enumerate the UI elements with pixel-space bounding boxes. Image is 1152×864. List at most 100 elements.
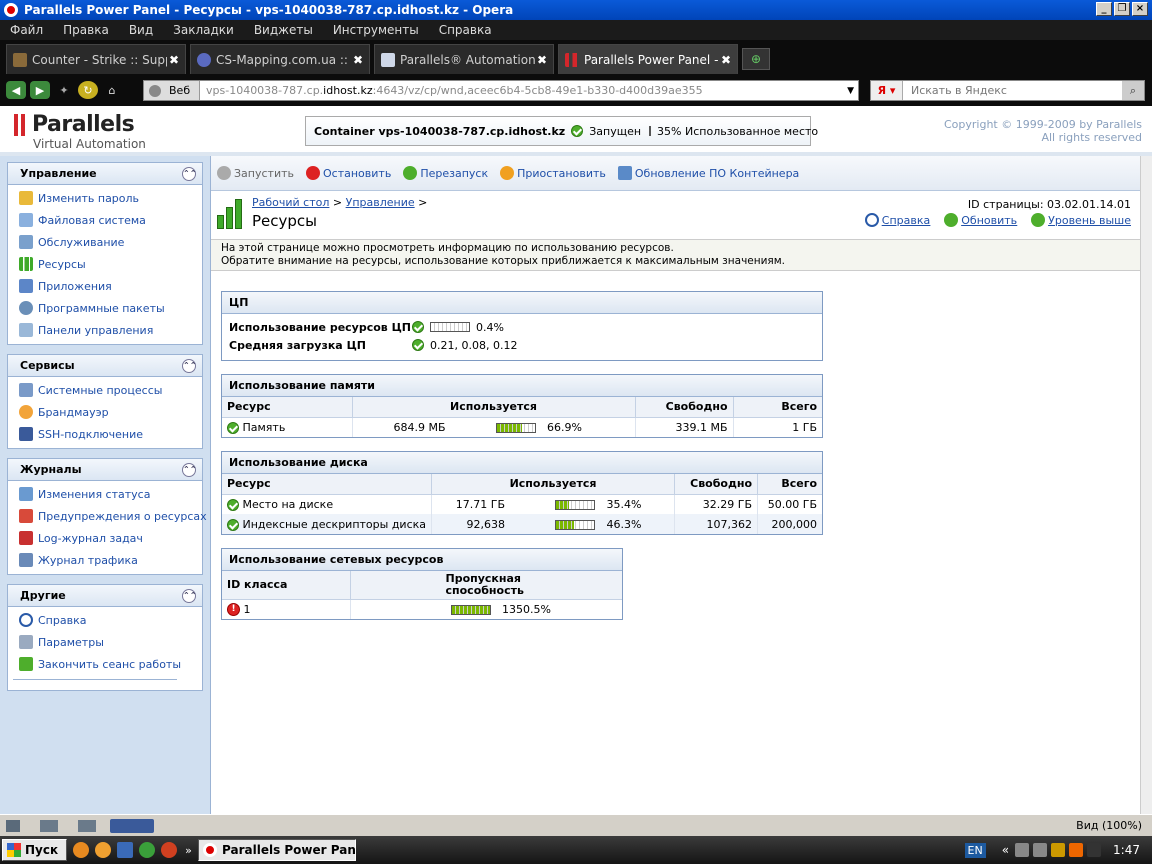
quicklaunch-icon[interactable] bbox=[95, 842, 112, 858]
sidebar-item-applications[interactable]: Приложения bbox=[8, 275, 202, 297]
tab-close-icon[interactable]: ✖ bbox=[169, 53, 179, 67]
minimize-button[interactable]: _ bbox=[1096, 2, 1112, 16]
disk-table: Ресурс Используется Свободно Всего Место… bbox=[222, 474, 822, 534]
crumb-desktop[interactable]: Рабочий стол bbox=[252, 196, 329, 209]
start-menu-button[interactable]: Пуск bbox=[2, 839, 68, 861]
address-field[interactable]: Веб vps-1040038-787.cp.idhost.kz:4643/vz… bbox=[143, 80, 859, 101]
section-title: Другие bbox=[20, 589, 66, 602]
tab-close-icon[interactable]: ✖ bbox=[537, 53, 547, 67]
menu-bookmarks[interactable]: Закладки bbox=[163, 23, 244, 37]
sidebar-item-maintenance[interactable]: Обслуживание bbox=[8, 231, 202, 253]
yandex-icon[interactable]: Я ▾ bbox=[871, 81, 903, 100]
tab-parallels-power-panel[interactable]: Parallels Power Panel - P... ✖ bbox=[558, 44, 738, 74]
quicklaunch-more-icon[interactable]: » bbox=[185, 844, 192, 857]
help-link[interactable]: Справка bbox=[864, 213, 930, 227]
sidebar-item-task-log[interactable]: Log-журнал задач bbox=[8, 527, 202, 549]
sidebar-item-software-packages[interactable]: Программные пакеты bbox=[8, 297, 202, 319]
class-id-value: 1 bbox=[243, 602, 251, 616]
sidebar-item-logout[interactable]: Закончить сеанс работы bbox=[8, 653, 202, 675]
panels-icon[interactable] bbox=[6, 819, 20, 832]
tray-icon[interactable] bbox=[1069, 843, 1084, 857]
quicklaunch-icon[interactable] bbox=[139, 842, 156, 858]
sidebar-item-resource-alerts[interactable]: Предупреждения о ресурсах bbox=[8, 505, 207, 527]
panel-title: Использование диска bbox=[222, 452, 822, 474]
status-log-icon bbox=[19, 487, 33, 501]
sidebar-item-system-processes[interactable]: Системные процессы bbox=[8, 379, 202, 401]
vertical-scrollbar[interactable] bbox=[1140, 156, 1152, 814]
turbo-icon[interactable] bbox=[110, 818, 154, 833]
task-log-icon bbox=[19, 531, 33, 545]
language-indicator[interactable]: EN bbox=[964, 842, 986, 858]
menu-file[interactable]: Файл bbox=[0, 23, 53, 37]
sidebar-item-resources[interactable]: Ресурсы bbox=[8, 253, 202, 275]
zoom-level[interactable]: Вид (100%) bbox=[1076, 819, 1142, 832]
sidebar-item-firewall[interactable]: Брандмауэр bbox=[8, 401, 202, 423]
menu-view[interactable]: Вид bbox=[119, 23, 163, 37]
start-button[interactable]: Запустить bbox=[217, 166, 294, 180]
stop-button[interactable]: Остановить bbox=[306, 166, 391, 180]
menu-tools[interactable]: Инструменты bbox=[323, 23, 429, 37]
tab-close-icon[interactable]: ✖ bbox=[721, 53, 731, 67]
close-window-button[interactable]: × bbox=[1132, 2, 1148, 16]
tray-expand-icon[interactable]: « bbox=[1002, 843, 1009, 857]
applications-icon bbox=[19, 279, 33, 293]
refresh-link[interactable]: Обновить bbox=[944, 213, 1017, 227]
up-level-link[interactable]: Уровень выше bbox=[1031, 213, 1131, 227]
sidebar-item-traffic-log[interactable]: Журнал трафика bbox=[8, 549, 202, 571]
search-field[interactable]: Я ▾ Искать в Яндекс ⌕ bbox=[870, 80, 1145, 101]
tab-close-icon[interactable]: ✖ bbox=[353, 53, 363, 67]
sidebar-item-status-changes[interactable]: Изменения статуса bbox=[8, 483, 202, 505]
folder-tree-icon bbox=[19, 213, 33, 227]
sidebar-item-ssh[interactable]: SSH-подключение bbox=[8, 423, 202, 445]
collapse-icon[interactable]: ⌃⌃ bbox=[182, 463, 196, 477]
resource-name: Индексные дескрипторы диска bbox=[242, 517, 427, 531]
network-table: ID класса Пропускная способность ! 1 1350… bbox=[222, 571, 622, 619]
new-tab-button[interactable]: ⊕ bbox=[742, 48, 770, 70]
tab-counter-strike[interactable]: Counter - Strike :: Support... ✖ bbox=[6, 44, 186, 74]
maximize-button[interactable]: ❐ bbox=[1114, 2, 1130, 16]
restart-button[interactable]: Перезапуск bbox=[403, 166, 488, 180]
section-title: Журналы bbox=[20, 463, 82, 476]
sidebar-item-control-panels[interactable]: Панели управления bbox=[8, 319, 202, 341]
url-dropdown-icon[interactable]: ▼ bbox=[847, 86, 854, 96]
collapse-icon[interactable]: ⌃⌃ bbox=[182, 167, 196, 181]
tray-icon[interactable] bbox=[1087, 843, 1102, 857]
sidebar-item-help[interactable]: Справка bbox=[8, 609, 202, 631]
usage-percent: 46.3% bbox=[606, 517, 642, 531]
menu-edit[interactable]: Правка bbox=[53, 23, 119, 37]
wand-icon[interactable]: ✦ bbox=[54, 81, 74, 99]
disk-icon bbox=[19, 235, 33, 249]
menu-help[interactable]: Справка bbox=[429, 23, 502, 37]
window-icon[interactable] bbox=[40, 819, 58, 832]
collapse-icon[interactable]: ⌃⌃ bbox=[182, 589, 196, 603]
home-icon[interactable]: ⌂ bbox=[102, 81, 122, 99]
collapse-icon[interactable]: ⌃⌃ bbox=[182, 359, 196, 373]
container-usage-text: 35% Использованное место bbox=[657, 124, 819, 138]
free-value: 107,362 bbox=[674, 514, 759, 534]
back-arrow-icon[interactable]: ◀ bbox=[6, 81, 26, 99]
breadcrumb: Рабочий стол > Управление > bbox=[252, 196, 428, 209]
sidebar-item-file-system[interactable]: Файловая система bbox=[8, 209, 202, 231]
quicklaunch-icon[interactable] bbox=[161, 842, 178, 858]
memory-panel: Использование памяти Ресурс Используется… bbox=[221, 374, 823, 438]
tray-icon[interactable] bbox=[1051, 843, 1066, 857]
usage-percent: 1350.5% bbox=[502, 602, 551, 616]
quicklaunch-icon[interactable] bbox=[117, 842, 134, 858]
crumb-management[interactable]: Управление bbox=[346, 196, 415, 209]
reload-icon[interactable]: ↻ bbox=[78, 81, 98, 99]
sidebar-item-change-password[interactable]: Изменить пароль bbox=[8, 187, 202, 209]
sidebar-item-settings[interactable]: Параметры bbox=[8, 631, 202, 653]
forward-arrow-icon[interactable]: ▶ bbox=[30, 81, 50, 99]
update-software-button[interactable]: Обновление ПО Контейнера bbox=[617, 166, 799, 180]
network-icon[interactable] bbox=[78, 819, 96, 832]
menu-bar: Файл Правка Вид Закладки Виджеты Инструм… bbox=[0, 20, 1152, 40]
tray-icon[interactable] bbox=[1033, 843, 1048, 857]
tab-cs-mapping[interactable]: CS-Mapping.com.ua :: Co... ✖ bbox=[190, 44, 370, 74]
tray-icon[interactable] bbox=[1015, 843, 1030, 857]
menu-widgets[interactable]: Виджеты bbox=[244, 23, 323, 37]
suspend-button[interactable]: Приостановить bbox=[500, 166, 606, 180]
search-icon[interactable]: ⌕ bbox=[1122, 81, 1144, 100]
quicklaunch-icon[interactable] bbox=[73, 842, 90, 858]
tab-parallels-automation[interactable]: Parallels® Automation ✖ bbox=[374, 44, 554, 74]
taskbar-app-opera[interactable]: Parallels Power Pane... bbox=[198, 839, 356, 861]
